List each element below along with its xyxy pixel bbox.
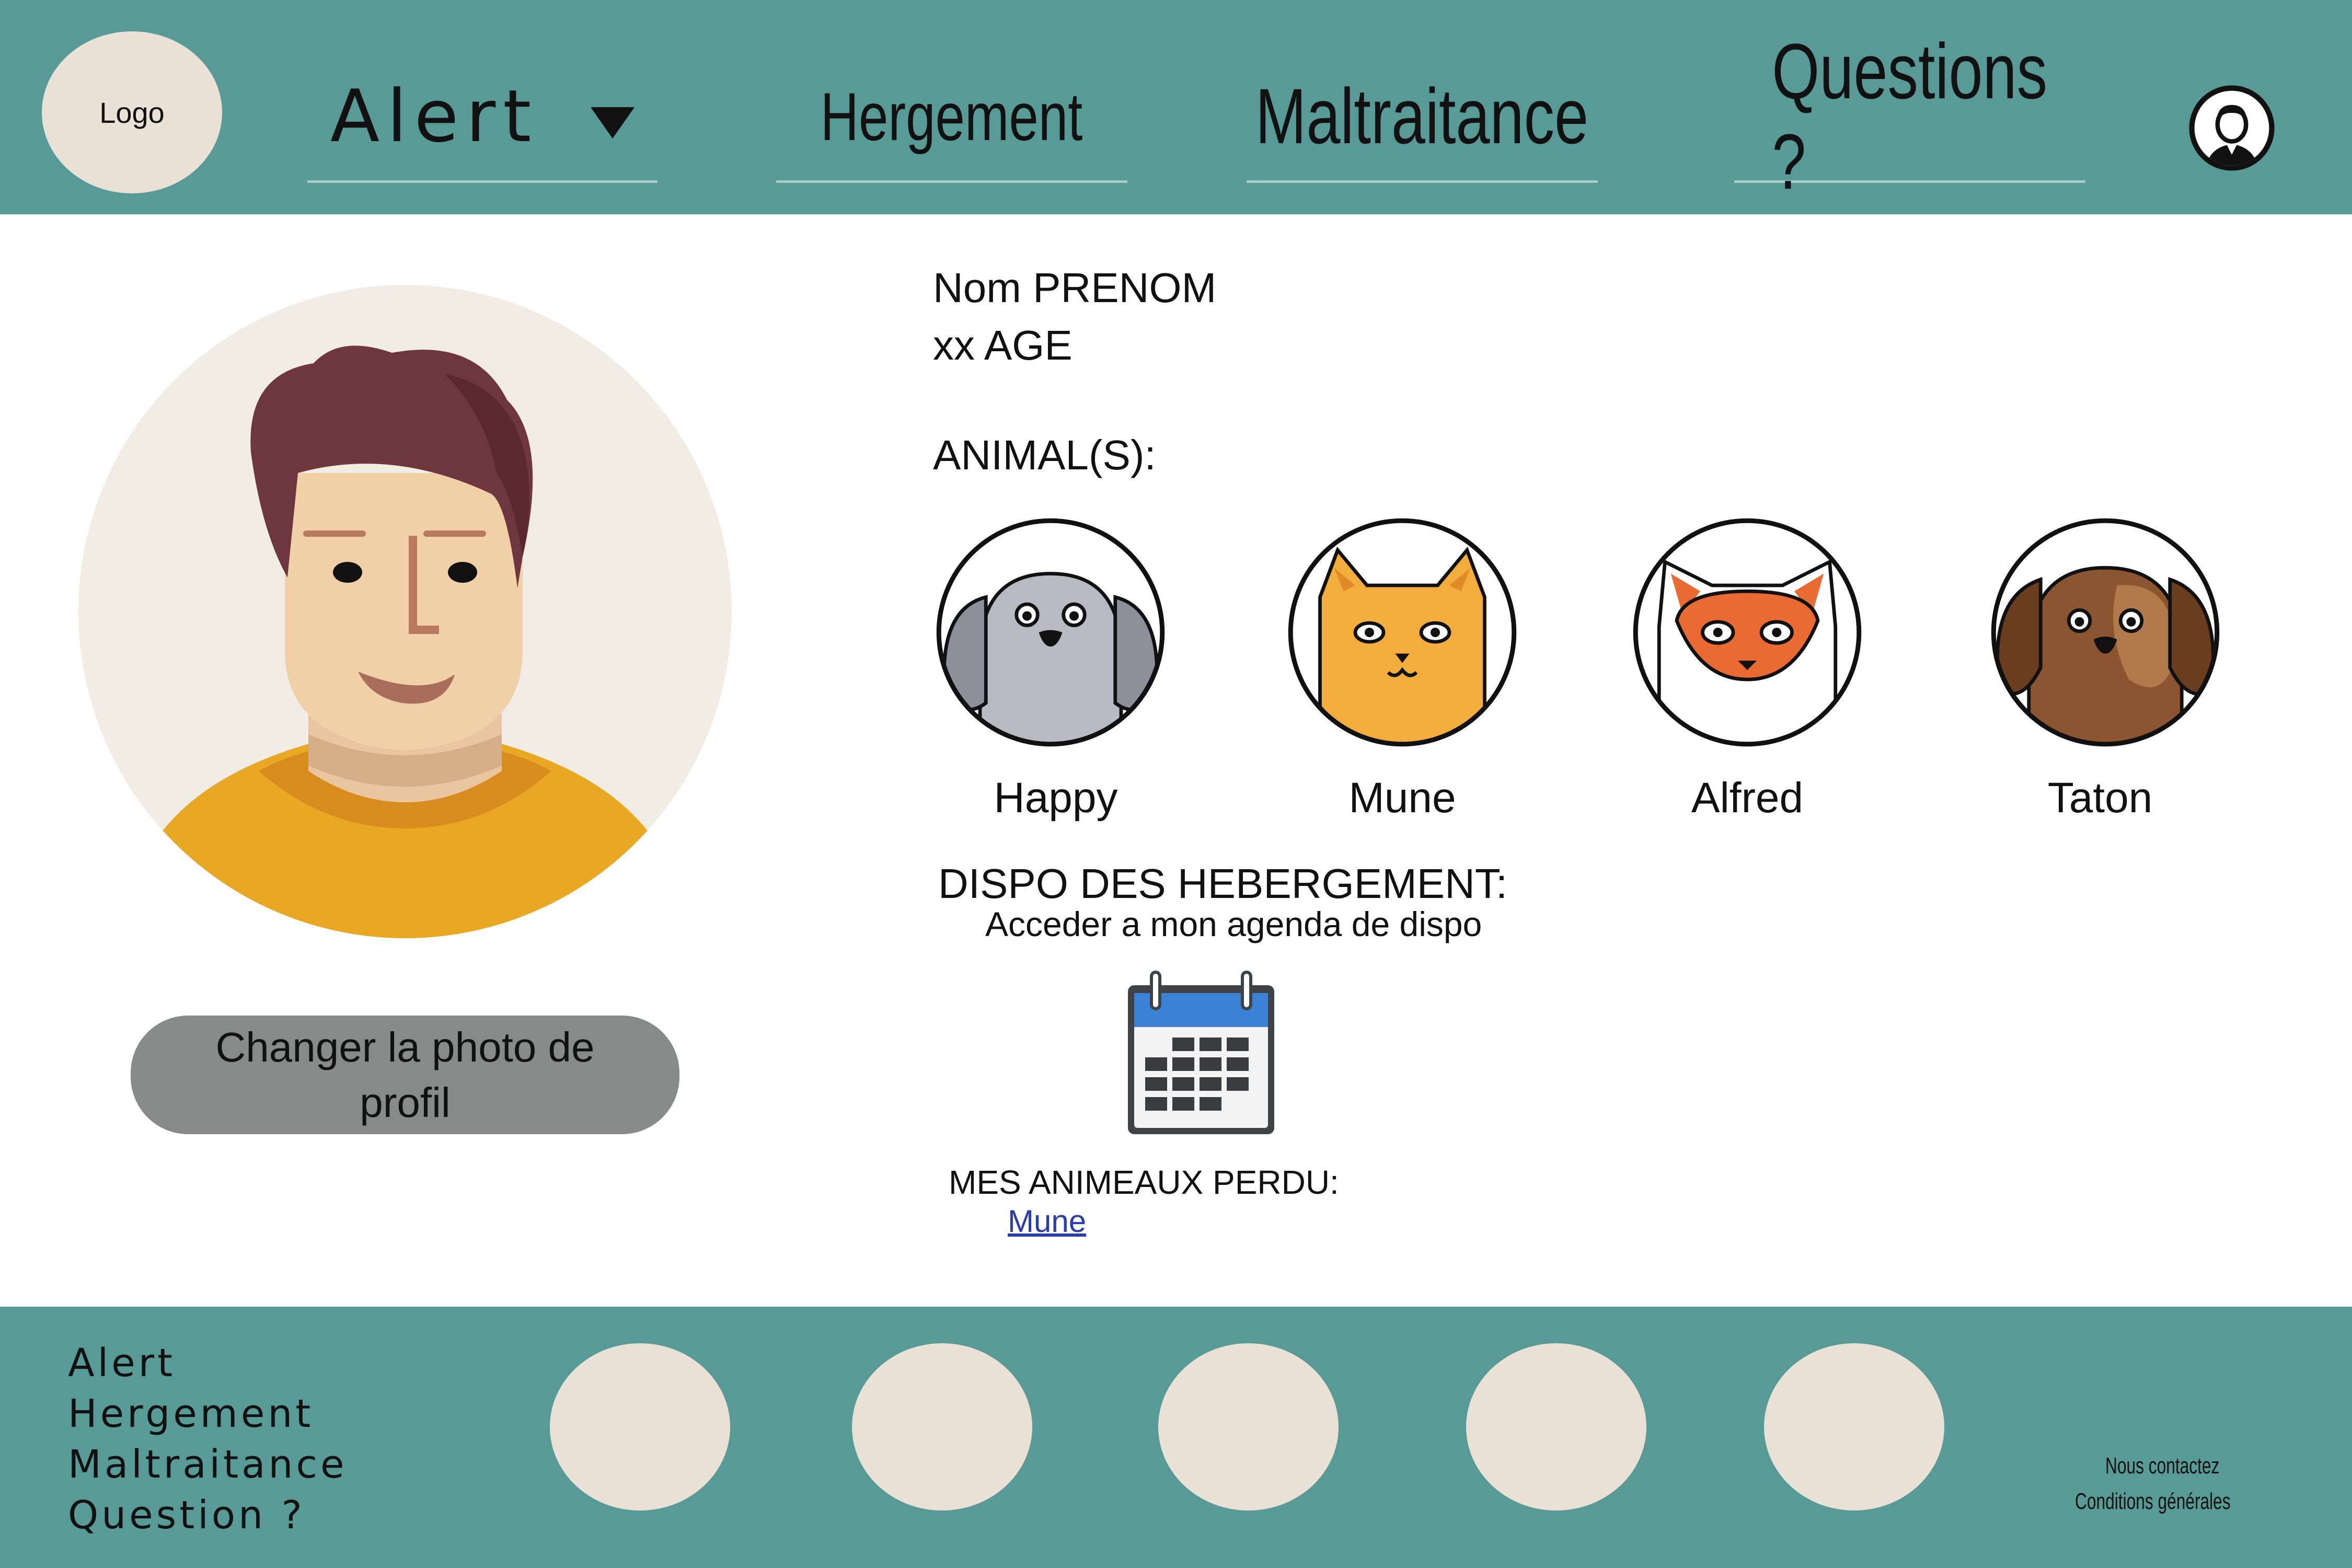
agenda-link[interactable]: Acceder a mon agenda de dispo	[985, 904, 1482, 944]
nav-questions-label: Questions ?	[1772, 27, 2048, 205]
footer-link-question[interactable]: Question ?	[68, 1493, 305, 1538]
calendar-icon[interactable]	[1123, 970, 1279, 1139]
animal-name: Mune	[1348, 774, 1456, 822]
lost-animals-heading: MES ANIMEAUX PERDU:	[949, 1163, 1339, 1201]
footer-link-maltraitance[interactable]: Maltraitance	[68, 1442, 348, 1487]
nav-maltraitance-label: Maltraitance	[1255, 72, 1589, 160]
animal-name: Taton	[2047, 774, 2153, 822]
user-age: xx AGE	[933, 322, 1073, 368]
user-name: Nom PRENOM	[933, 264, 1217, 311]
nav-maltraitance[interactable]: Maltraitance	[1247, 68, 1598, 183]
lost-animal-link[interactable]: Mune	[1008, 1203, 1086, 1239]
gray-dog-icon[interactable]	[933, 515, 1168, 750]
orange-cat-icon[interactable]	[1285, 515, 1520, 750]
availability-heading: DISPO DES HEBERGEMENT:	[938, 860, 1508, 907]
change-photo-label: Changer la photo de profil	[215, 1023, 595, 1126]
terms-link[interactable]: Conditions générales	[2075, 1489, 2291, 1515]
profile-avatar	[78, 285, 732, 938]
social-icon[interactable]	[1764, 1343, 1944, 1511]
nav-alert-label: Alert	[330, 74, 539, 158]
fox-icon[interactable]	[1630, 515, 1865, 750]
nav-hergement-label: Hergement	[821, 78, 1083, 155]
nav-alert[interactable]: Alert	[307, 68, 658, 183]
social-icon[interactable]	[852, 1343, 1032, 1511]
logo-text: Logo	[99, 96, 165, 129]
contact-label: Nous contactez	[2105, 1453, 2220, 1479]
nav-hergement[interactable]: Hergement	[776, 68, 1127, 183]
social-icon[interactable]	[1466, 1343, 1646, 1511]
animals-heading: ANIMAL(S):	[933, 432, 1156, 478]
contact-link[interactable]: Nous contactez	[2105, 1453, 2264, 1479]
animal-name: Happy	[994, 774, 1118, 822]
footer-link-alert[interactable]: Alert	[68, 1341, 176, 1386]
caret-down-icon[interactable]	[591, 107, 635, 139]
change-photo-button[interactable]: Changer la photo de profil	[131, 1016, 679, 1134]
brown-dog-icon[interactable]	[1988, 515, 2223, 750]
logo[interactable]: Logo	[42, 31, 222, 193]
user-account-icon[interactable]	[2187, 84, 2276, 172]
footer-link-hergement[interactable]: Hergement	[68, 1391, 314, 1436]
social-icon[interactable]	[550, 1343, 730, 1511]
nav-questions[interactable]: Questions ?	[1734, 27, 2085, 205]
social-icon[interactable]	[1158, 1343, 1339, 1511]
terms-label: Conditions générales	[2075, 1489, 2231, 1514]
animal-name: Alfred	[1691, 774, 1804, 822]
